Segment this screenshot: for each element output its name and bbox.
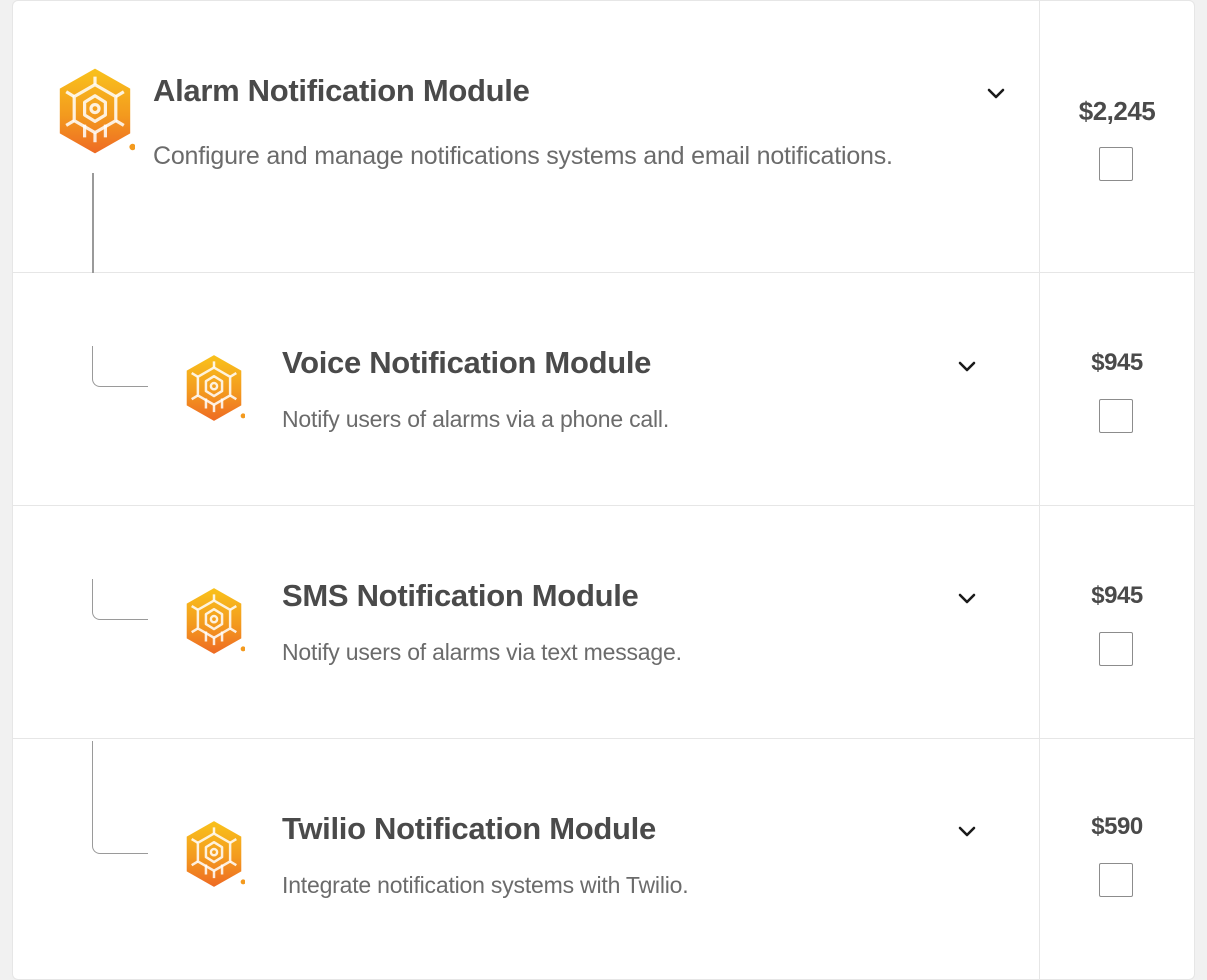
module-price: $945 [1091,582,1143,609]
module-row-sms: SMS Notification Module Notify users of … [13,506,1194,739]
module-title: Alarm Notification Module [153,73,530,108]
module-hexagon-icon [183,814,245,894]
module-select-checkbox[interactable] [1099,632,1133,666]
tree-connector-line [92,173,94,273]
module-row-alarm: Alarm Notification Module Configure and … [13,1,1194,273]
chevron-down-icon[interactable] [984,81,1008,105]
module-description: Notify users of alarms via text message. [282,639,682,665]
module-title: Twilio Notification Module [282,811,656,846]
module-price: $945 [1091,349,1143,376]
tree-connector-elbow [92,346,148,387]
tree-connector-elbow [92,579,148,620]
chevron-down-icon[interactable] [955,354,979,378]
module-description: Integrate notification systems with Twil… [282,872,689,898]
chevron-down-icon[interactable] [955,819,979,843]
module-description: Configure and manage notifications syste… [153,142,893,170]
module-select-checkbox[interactable] [1099,147,1133,181]
module-list-panel: Alarm Notification Module Configure and … [12,0,1195,980]
module-row-twilio: Twilio Notification Module Integrate not… [13,739,1194,979]
price-column-divider [1039,1,1040,979]
module-price: $2,245 [1078,96,1156,126]
module-hexagon-icon [55,61,135,161]
module-hexagon-icon [183,581,245,661]
module-row-voice: Voice Notification Module Notify users o… [13,273,1194,506]
module-price: $590 [1091,813,1143,840]
module-description: Notify users of alarms via a phone call. [282,406,670,432]
module-title: SMS Notification Module [282,578,639,613]
module-select-checkbox[interactable] [1099,399,1133,433]
module-select-checkbox[interactable] [1099,863,1133,897]
chevron-down-icon[interactable] [955,586,979,610]
module-title: Voice Notification Module [282,345,652,380]
tree-connector-elbow [92,741,148,854]
module-hexagon-icon [183,348,245,428]
